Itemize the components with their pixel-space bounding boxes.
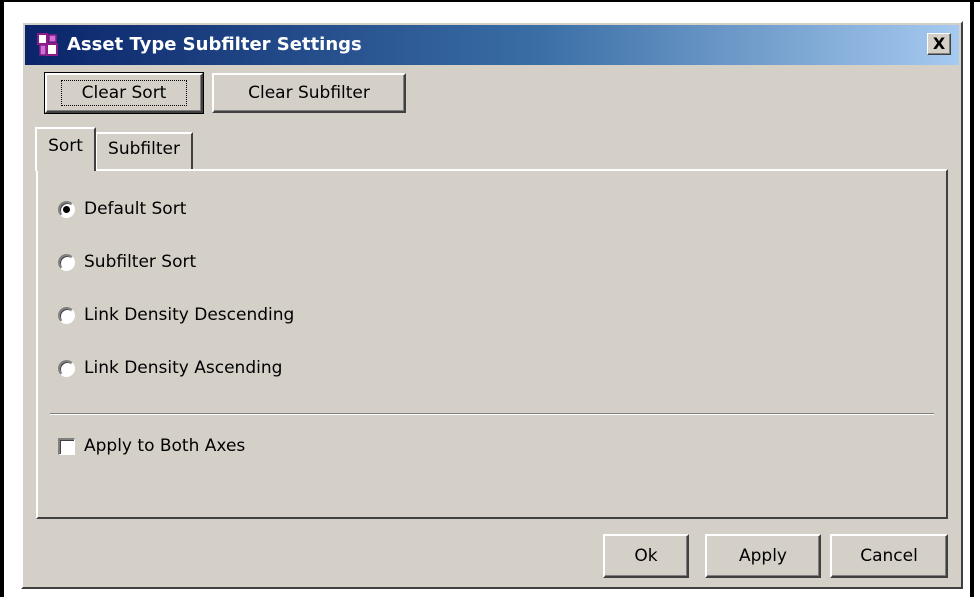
- radio-button[interactable]: [58, 200, 75, 218]
- ok-button[interactable]: Ok: [603, 534, 689, 578]
- clear-sort-button[interactable]: Clear Sort: [44, 72, 204, 114]
- options-separator: [50, 413, 934, 415]
- page-border-left: [0, 0, 4, 597]
- radio-link-density-ascending[interactable]: Link Density Ascending: [58, 355, 282, 381]
- radio-subfilter-sort[interactable]: Subfilter Sort: [58, 249, 196, 275]
- radio-label: Link Density Ascending: [84, 358, 283, 378]
- radio-label: Subfilter Sort: [84, 252, 197, 272]
- radio-label: Link Density Descending: [84, 305, 295, 325]
- clear-subfilter-button[interactable]: Clear Subfilter: [212, 73, 406, 113]
- tab-subfilter-label: Subfilter: [108, 139, 180, 159]
- radio-button[interactable]: [58, 306, 75, 324]
- radio-link-density-descending[interactable]: Link Density Descending: [58, 302, 294, 328]
- cancel-label: Cancel: [860, 546, 918, 566]
- tab-subfilter[interactable]: Subfilter: [95, 132, 193, 169]
- radio-default-sort[interactable]: Default Sort: [58, 196, 186, 222]
- close-icon: X: [932, 34, 946, 53]
- app-grid-icon: [37, 33, 58, 56]
- settings-dialog: Asset Type Subfilter Settings X Clear So…: [21, 21, 963, 589]
- tab-sort[interactable]: Sort: [35, 127, 96, 171]
- apply-button[interactable]: Apply: [705, 534, 821, 578]
- clear-sort-label: Clear Sort: [60, 80, 188, 106]
- apply-both-axes-row[interactable]: Apply to Both Axes: [58, 433, 245, 459]
- page-border-top: [0, 0, 980, 2]
- apply-both-axes-checkbox[interactable]: [58, 437, 75, 455]
- apply-both-axes-label: Apply to Both Axes: [84, 436, 246, 456]
- page-border-right: [970, 0, 974, 597]
- cancel-button[interactable]: Cancel: [830, 534, 948, 578]
- radio-label: Default Sort: [84, 199, 187, 219]
- radio-button[interactable]: [58, 253, 75, 271]
- ok-label: Ok: [634, 546, 658, 566]
- title-bar[interactable]: Asset Type Subfilter Settings X: [25, 25, 959, 65]
- window-title: Asset Type Subfilter Settings: [67, 34, 362, 55]
- sort-tab-panel: Default Sort Subfilter Sort Link Density…: [36, 169, 948, 519]
- close-button[interactable]: X: [927, 33, 951, 55]
- tab-sort-label: Sort: [48, 136, 83, 156]
- radio-button[interactable]: [58, 359, 75, 377]
- clear-subfilter-label: Clear Subfilter: [248, 83, 370, 103]
- apply-label: Apply: [739, 546, 787, 566]
